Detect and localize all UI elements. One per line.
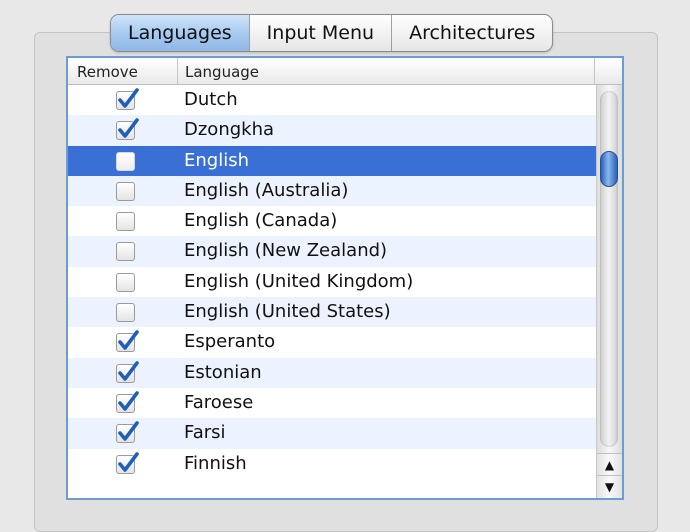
table-row[interactable]: English (Canada) — [68, 206, 596, 236]
column-header-language[interactable]: Language — [179, 58, 595, 84]
scroll-down-arrow-icon[interactable]: ▼ — [597, 475, 622, 498]
checkmark-icon — [118, 421, 139, 442]
scroll-thumb[interactable] — [600, 151, 618, 187]
table-row[interactable]: Esperanto — [68, 327, 596, 357]
checkmark-icon — [118, 88, 139, 108]
remove-checkbox[interactable] — [116, 151, 135, 171]
table-row[interactable]: English (United Kingdom) — [68, 267, 596, 297]
remove-checkbox[interactable] — [116, 391, 139, 413]
checkmark-icon — [118, 118, 139, 139]
tab-bar: Languages Input Menu Architectures — [110, 14, 554, 52]
table-row[interactable]: Finnish — [68, 449, 596, 479]
scroll-track[interactable] — [600, 91, 618, 447]
remove-checkbox[interactable] — [116, 330, 139, 353]
table-row[interactable]: Farsi — [68, 418, 596, 449]
language-name: English (Australia) — [184, 179, 349, 201]
language-name: Esperanto — [184, 331, 276, 353]
remove-checkbox[interactable] — [116, 212, 135, 232]
table-row[interactable]: Faroese — [68, 388, 596, 418]
checkmark-icon — [118, 451, 139, 472]
remove-checkbox[interactable] — [116, 181, 135, 201]
remove-checkbox[interactable] — [116, 303, 135, 323]
languages-table: Remove Language Dutch Dzongkha English Engl… — [66, 56, 624, 500]
checkmark-icon — [118, 330, 139, 351]
table-row[interactable]: English (New Zealand) — [68, 236, 596, 267]
language-name: English — [184, 149, 249, 171]
table-row[interactable]: English (United States) — [68, 297, 596, 328]
language-name: English (United Kingdom) — [184, 270, 414, 292]
language-name: English (New Zealand) — [184, 240, 388, 262]
vertical-scrollbar[interactable]: ▲ ▼ — [596, 85, 622, 498]
language-name: English (Canada) — [184, 210, 338, 232]
table-row[interactable]: English (Australia) — [68, 175, 596, 207]
table-row[interactable]: Estonian — [68, 357, 596, 388]
column-header-remove[interactable]: Remove — [68, 58, 178, 84]
language-name: Dzongkha — [184, 119, 275, 141]
table-header: Remove Language — [68, 58, 622, 85]
remove-checkbox[interactable] — [116, 88, 139, 110]
language-name: English (United States) — [184, 301, 391, 323]
tab-input-menu[interactable]: Input Menu — [248, 15, 391, 51]
scroll-up-arrow-icon[interactable]: ▲ — [597, 453, 622, 476]
table-rows: Dutch Dzongkha English English (Australia) E… — [68, 85, 596, 479]
language-name: Farsi — [184, 422, 226, 444]
remove-checkbox[interactable] — [116, 360, 139, 383]
language-name: Faroese — [184, 391, 254, 413]
checkmark-icon — [118, 391, 139, 411]
table-row[interactable]: English — [68, 145, 596, 176]
remove-checkbox[interactable] — [116, 451, 139, 474]
remove-checkbox[interactable] — [116, 272, 135, 292]
language-name: Estonian — [184, 361, 262, 383]
language-name: Dutch — [184, 89, 238, 110]
language-name: Finnish — [184, 452, 247, 474]
table-row[interactable]: Dzongkha — [68, 115, 596, 146]
remove-checkbox[interactable] — [116, 421, 139, 444]
checkmark-icon — [118, 360, 139, 381]
remove-checkbox[interactable] — [116, 118, 139, 141]
remove-checkbox[interactable] — [116, 242, 135, 262]
tab-architectures[interactable]: Architectures — [391, 15, 552, 51]
tab-languages[interactable]: Languages — [111, 15, 249, 51]
table-row[interactable]: Dutch — [68, 85, 596, 115]
